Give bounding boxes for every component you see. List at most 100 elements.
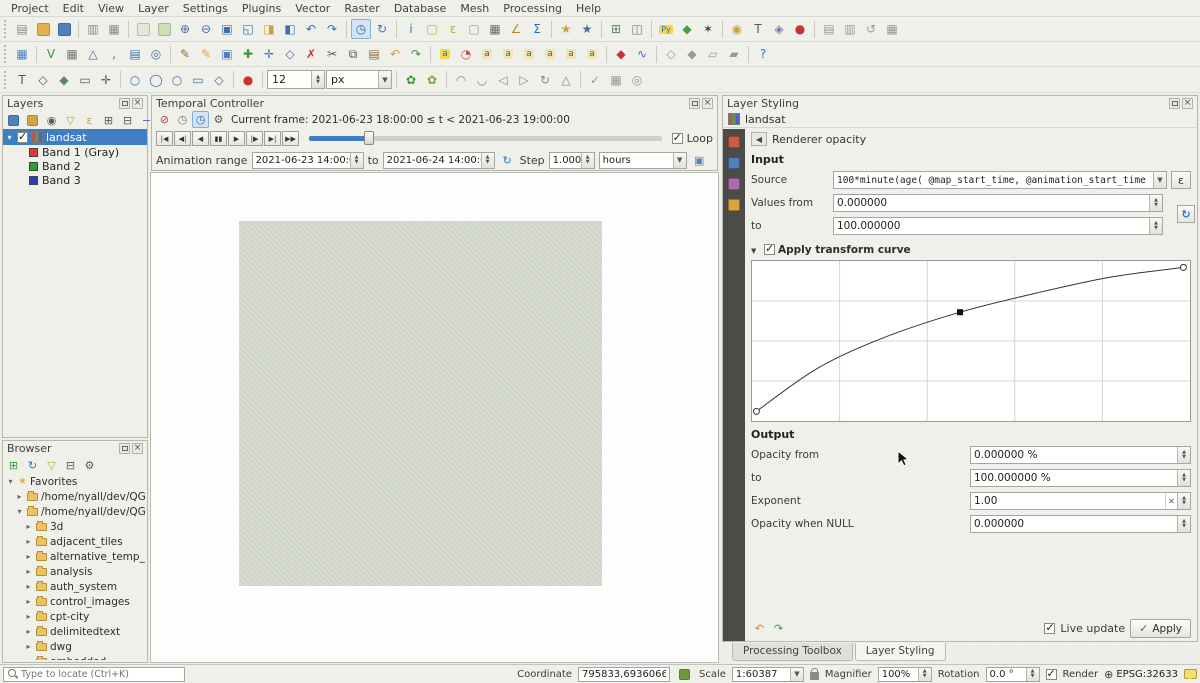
offset-curve-icon[interactable]: ◠	[451, 70, 471, 90]
zoom-in-icon[interactable]: ⊕	[175, 19, 195, 39]
temporal-navigation-off-icon[interactable]: ⊘	[156, 111, 173, 128]
manage-map-themes-icon[interactable]: ◉	[43, 112, 60, 129]
dropdown-arrow[interactable]	[790, 668, 803, 681]
menu-layer[interactable]: Layer	[131, 1, 176, 16]
curve-canvas[interactable]	[752, 261, 1190, 421]
curve-control-point[interactable]	[957, 309, 963, 315]
open-project-icon[interactable]	[33, 19, 53, 39]
gps-tools-icon[interactable]: ◎	[627, 70, 647, 90]
help-icon[interactable]: ?	[753, 44, 773, 64]
messages-icon[interactable]	[1184, 669, 1197, 679]
print-composer-icon[interactable]: ▥	[840, 19, 860, 39]
decoration-icon[interactable]: ◈	[769, 19, 789, 39]
new-bookmark-icon[interactable]: ★	[556, 19, 576, 39]
opacity-null-input[interactable]: 0.000000	[970, 515, 1191, 533]
move-label-icon[interactable]: a	[540, 44, 560, 64]
deselect-features-icon[interactable]: ▢	[464, 19, 484, 39]
add-delimited-text-icon[interactable]: ,	[104, 44, 124, 64]
rotate-label-icon[interactable]: a	[561, 44, 581, 64]
mesh-transform-icon[interactable]: ◆	[682, 44, 702, 64]
filter-by-expression-icon[interactable]: ε	[81, 112, 98, 129]
debug-icon[interactable]: ✶	[698, 19, 718, 39]
mesh-select-icon[interactable]: ▰	[724, 44, 744, 64]
collapse-all-icon[interactable]: ⊟	[119, 112, 136, 129]
zoom-native-icon[interactable]: ▣	[217, 19, 237, 39]
collapse-browser-icon[interactable]: ⊟	[62, 457, 79, 474]
step-input[interactable]: 1.000	[549, 152, 595, 169]
text-callout-icon[interactable]: T	[748, 19, 768, 39]
new-html-annotation-icon[interactable]: ◇	[33, 70, 53, 90]
digitize-with-curve-icon[interactable]: ∿	[632, 44, 652, 64]
topology-checker-icon[interactable]: ▦	[606, 70, 626, 90]
animation-slider-handle[interactable]	[364, 131, 374, 145]
qgis-tracking-icon[interactable]	[676, 666, 693, 683]
animated-navigation-icon[interactable]: ◷	[192, 111, 209, 128]
paste-features-icon[interactable]: ▤	[364, 44, 384, 64]
float-panel-icon[interactable]	[1169, 98, 1180, 109]
measure-icon[interactable]: ∠	[506, 19, 526, 39]
layer-band-item[interactable]: Band 1 (Gray)	[3, 145, 147, 159]
transform-curve-checkbox[interactable]	[764, 244, 775, 255]
styling-layer-selector[interactable]: landsat	[723, 111, 1197, 128]
menu-plugins[interactable]: Plugins	[235, 1, 288, 16]
menu-processing[interactable]: Processing	[496, 1, 569, 16]
menu-raster[interactable]: Raster	[337, 1, 386, 16]
add-database-layer-icon[interactable]: ▤	[125, 44, 145, 64]
curve-control-point[interactable]	[1180, 264, 1186, 270]
browser-item-cpt-city[interactable]: ▸cpt-city	[3, 609, 147, 624]
rectangle-digitize-icon[interactable]: ▭	[188, 70, 208, 90]
skip-to-start-button[interactable]: |◀	[156, 131, 173, 146]
identify-features-icon[interactable]: i	[401, 19, 421, 39]
expander-icon[interactable]: ▸	[24, 552, 33, 561]
cut-features-icon[interactable]: ✂	[322, 44, 342, 64]
step-back-button[interactable]: ◀|	[174, 131, 191, 146]
set-range-from-project-icon[interactable]: ↻	[499, 152, 516, 169]
clear-value-icon[interactable]	[1165, 493, 1177, 509]
browser-item-favorites[interactable]: ▾★Favorites	[3, 474, 147, 489]
expand-all-icon[interactable]: ⊞	[100, 112, 117, 129]
export-animation-icon[interactable]: ▣	[691, 152, 708, 169]
circle-from-3points-icon[interactable]: ◯	[146, 70, 166, 90]
mesh-force-icon[interactable]: ▱	[703, 44, 723, 64]
browser-item-adjacent-tiles[interactable]: ▸adjacent_tiles	[3, 534, 147, 549]
new-text-annotation-icon[interactable]: T	[12, 70, 32, 90]
zoom-to-layer-icon[interactable]: ◧	[280, 19, 300, 39]
map-tips-icon[interactable]: ◉	[727, 19, 747, 39]
zoom-last-icon[interactable]: ↶	[301, 19, 321, 39]
range-start-input[interactable]: 2021-06-23 14:00:00	[252, 152, 364, 169]
temporal-controller-icon[interactable]: ◷	[351, 19, 371, 39]
browser-item--home-nyall-dev-qg[interactable]: ▸/home/nyall/dev/QG	[3, 489, 147, 504]
browser-item-dwg[interactable]: ▸dwg	[3, 639, 147, 654]
data-source-manager-icon[interactable]: ▦	[12, 44, 32, 64]
spin-buttons[interactable]	[350, 153, 363, 168]
layout-manager-icon[interactable]: ▦	[104, 19, 124, 39]
dropdown-arrow[interactable]	[673, 153, 686, 168]
change-label-icon[interactable]: a	[582, 44, 602, 64]
move-feature-icon[interactable]: ✛	[259, 44, 279, 64]
histogram-tab-icon[interactable]	[726, 176, 742, 192]
pan-map-icon[interactable]	[133, 19, 153, 39]
symbology-tab-icon[interactable]	[726, 134, 742, 150]
close-panel-icon[interactable]	[702, 98, 713, 109]
layer-labeling-icon[interactable]: a	[435, 44, 455, 64]
save-edits-icon[interactable]: ▣	[217, 44, 237, 64]
ellipse-digitize-icon[interactable]: ○	[167, 70, 187, 90]
tab-layer-styling[interactable]: Layer Styling	[855, 643, 946, 661]
history-icon[interactable]: ↺	[861, 19, 881, 39]
browser-item-analysis[interactable]: ▸analysis	[3, 564, 147, 579]
loop-checkbox[interactable]	[672, 133, 683, 144]
menu-mesh[interactable]: Mesh	[453, 1, 496, 16]
menu-vector[interactable]: Vector	[288, 1, 337, 16]
opacity-from-input[interactable]: 0.000000 %	[970, 446, 1191, 464]
check-geometries-icon[interactable]: ✓	[585, 70, 605, 90]
spin-buttons[interactable]	[1177, 470, 1190, 486]
spin-buttons[interactable]	[1177, 447, 1190, 463]
dropdown-arrow[interactable]	[378, 71, 391, 88]
play-backward-button[interactable]: ◀	[192, 131, 209, 146]
menu-database[interactable]: Database	[387, 1, 454, 16]
spin-buttons[interactable]	[481, 153, 494, 168]
opacity-to-input[interactable]: 100.000000 %	[970, 469, 1191, 487]
filter-browser-icon[interactable]: ▽	[43, 457, 60, 474]
fast-forward-button[interactable]: ▶▶	[282, 131, 299, 146]
style-redo-icon[interactable]: ↷	[770, 620, 787, 637]
